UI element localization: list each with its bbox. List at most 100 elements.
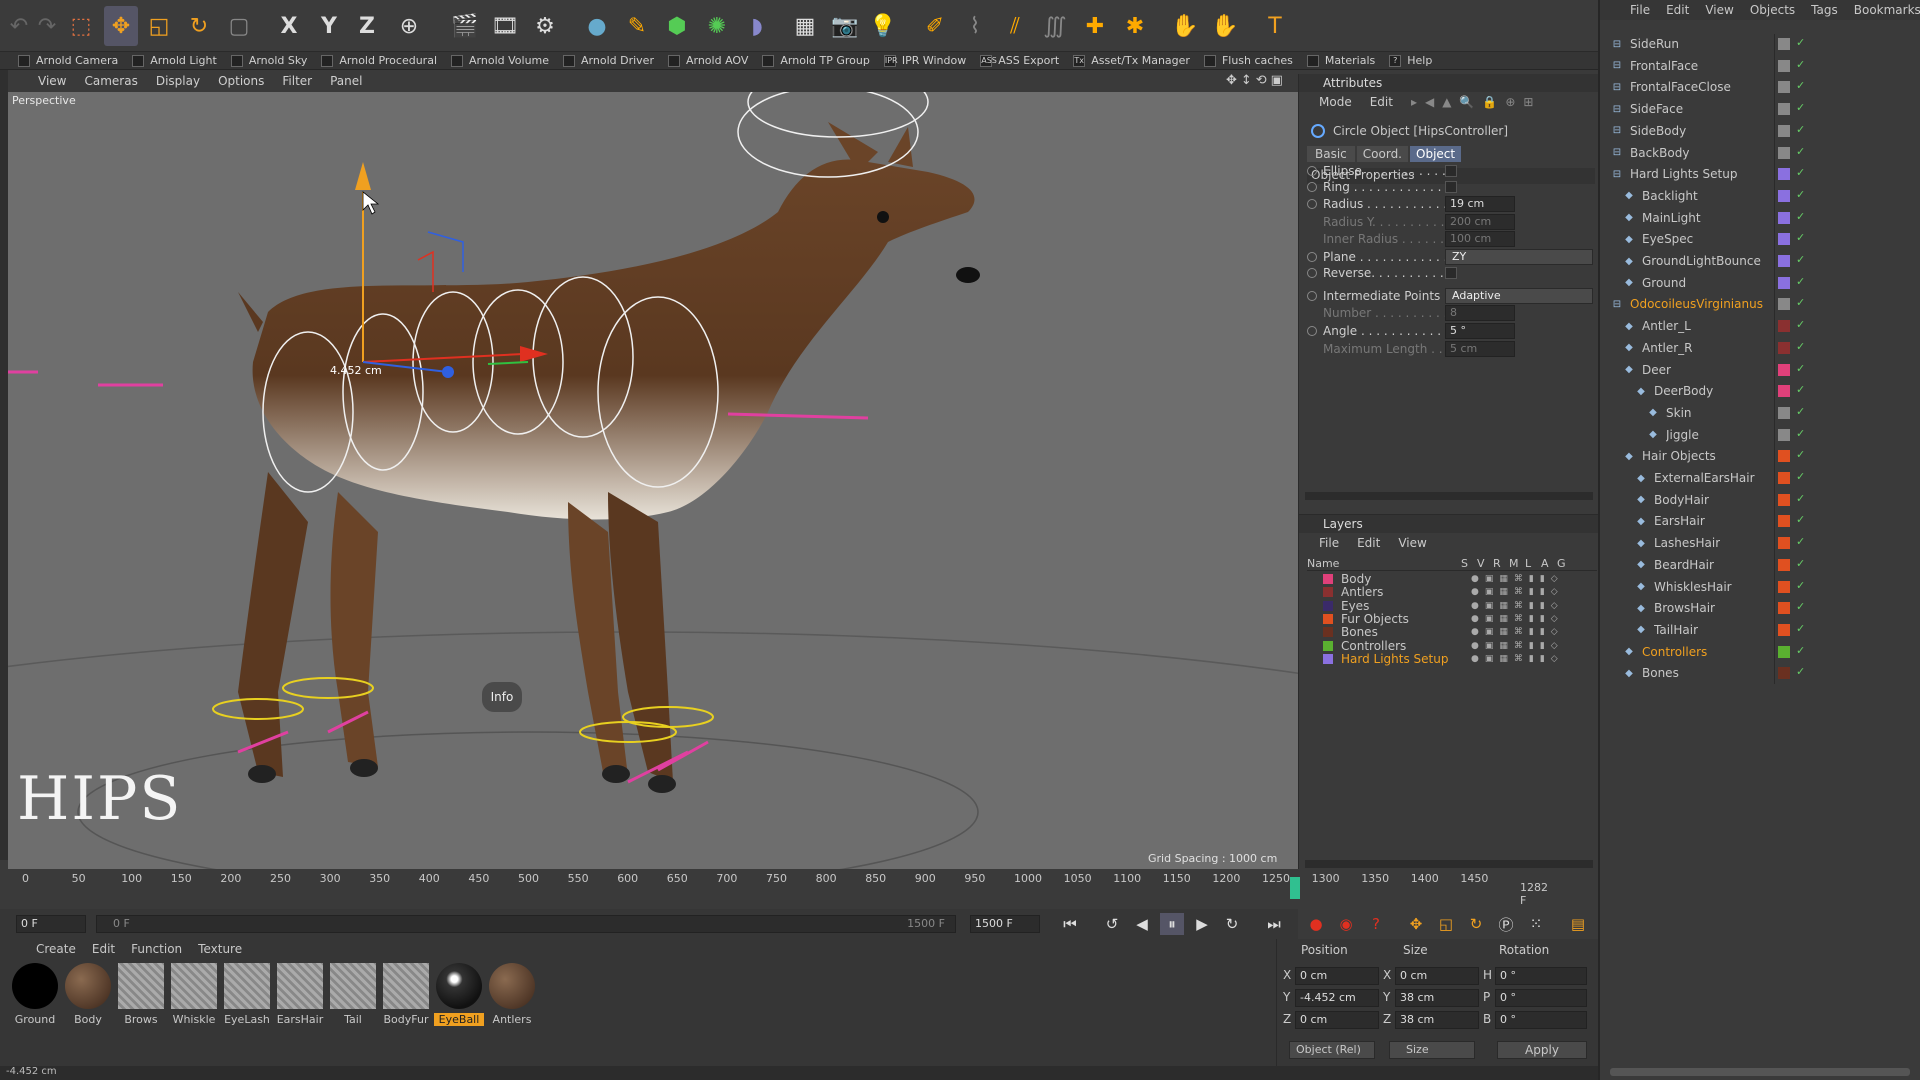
material-swatch[interactable]: EyeBall (434, 963, 484, 1026)
object-row[interactable]: ⊟ SideBody (1610, 121, 1686, 141)
rot-h-field[interactable]: 0 ° (1495, 967, 1587, 985)
size-y-field[interactable]: 38 cm (1395, 989, 1479, 1007)
prop-dropdown[interactable]: ZY (1445, 249, 1593, 265)
layer-color-tag[interactable] (1778, 233, 1790, 246)
enabled-check-icon[interactable]: ✓ (1796, 253, 1805, 266)
layer-color-tag[interactable] (1778, 472, 1790, 484)
hair-grow-icon[interactable]: ✱ (1118, 6, 1152, 46)
layer-color-tag[interactable] (1778, 146, 1790, 159)
size-x-field[interactable]: 0 cm (1395, 967, 1479, 985)
object-row[interactable]: ◆ TailHair (1634, 620, 1698, 640)
layer-toggle-icons[interactable]: ●▣▦⌘▮▮◇ (1471, 574, 1564, 584)
enabled-check-icon[interactable]: ✓ (1796, 644, 1805, 657)
hair-curl-icon[interactable]: ∭ (1038, 6, 1072, 46)
info-bubble[interactable]: Info (482, 682, 522, 712)
material-swatch[interactable]: Ground (10, 963, 60, 1026)
mat-menu-texture[interactable]: Texture (198, 942, 242, 956)
object-row[interactable]: ◆ EarsHair (1634, 511, 1705, 531)
enabled-check-icon[interactable]: ✓ (1796, 600, 1805, 613)
enabled-check-icon[interactable]: ✓ (1796, 36, 1805, 49)
redo-icon[interactable]: ↷ (30, 6, 64, 46)
render-view-icon[interactable]: 🎬 (448, 6, 482, 46)
hair-comb-icon[interactable]: ⌇ (958, 6, 992, 46)
enabled-check-icon[interactable]: ✓ (1796, 427, 1805, 440)
layer-toggle-icons[interactable]: ●▣▦⌘▮▮◇ (1471, 627, 1564, 637)
object-row[interactable]: ◆ MainLight (1622, 208, 1700, 228)
y-axis-lock-icon[interactable]: Y (312, 6, 346, 46)
object-row[interactable]: ⊟ FrontalFaceClose (1610, 77, 1731, 97)
prop-checkbox[interactable] (1445, 165, 1457, 177)
layer-color-tag[interactable] (1778, 667, 1790, 680)
hair-add-icon[interactable]: ✚ (1078, 6, 1112, 46)
cube-primitive-icon[interactable]: ● (580, 6, 614, 46)
pos-y-field[interactable]: -4.452 cm (1295, 989, 1379, 1007)
object-row[interactable]: ⊟ OdocoileusVirginianus (1610, 294, 1763, 314)
menu-materials[interactable]: Materials (1306, 54, 1375, 67)
key-rotation-icon[interactable]: ↻ (1464, 913, 1488, 935)
scale-tool-icon[interactable]: ◱ (142, 6, 176, 46)
enabled-check-icon[interactable]: ✓ (1796, 318, 1805, 331)
obj-menu-view[interactable]: View (1705, 3, 1733, 17)
layer-color-tag[interactable] (1778, 124, 1790, 137)
enabled-check-icon[interactable]: ✓ (1796, 275, 1805, 288)
tab-coord[interactable]: Coord. (1356, 146, 1408, 162)
key-position-icon[interactable]: ✥ (1404, 913, 1428, 935)
enabled-check-icon[interactable]: ✓ (1796, 513, 1805, 526)
object-row[interactable]: ◆ Skin (1646, 403, 1691, 423)
layers-menu-file[interactable]: File (1319, 536, 1339, 550)
camera-icon[interactable]: 📷 (828, 6, 862, 46)
record-icon[interactable]: ● (1304, 913, 1328, 935)
render-picture-viewer-icon[interactable]: 🎞 (488, 6, 522, 46)
prop-value-field[interactable]: 19 cm (1445, 196, 1515, 212)
layer-color-tag[interactable] (1778, 580, 1790, 593)
layer-toggle-icons[interactable]: ●▣▦⌘▮▮◇ (1471, 654, 1564, 664)
object-row[interactable]: ◆ DeerBody (1634, 381, 1713, 401)
timeline-ruler[interactable]: 0 50 100 150 200 250 300 350 400 450 500 550 600 650 7… (0, 869, 1548, 909)
rotate-tool-icon[interactable]: ↻ (182, 6, 216, 46)
render-settings-icon[interactable]: ⚙ (528, 6, 562, 46)
enabled-check-icon[interactable]: ✓ (1796, 405, 1805, 418)
light-icon[interactable]: 💡 (866, 6, 900, 46)
enabled-check-icon[interactable]: ✓ (1796, 448, 1805, 461)
object-row[interactable]: ◆ Antler_L (1622, 316, 1691, 336)
object-row[interactable]: ◆ BrowsHair (1634, 598, 1715, 618)
enabled-check-icon[interactable]: ✓ (1796, 166, 1805, 179)
enabled-check-icon[interactable]: ✓ (1796, 622, 1805, 635)
layer-color-tag[interactable] (1778, 385, 1790, 398)
menu-arnold-camera[interactable]: Arnold Camera (18, 54, 118, 67)
enabled-check-icon[interactable]: ✓ (1796, 101, 1805, 114)
layer-color-tag[interactable] (1778, 406, 1790, 419)
layer-color-tag[interactable] (1778, 211, 1790, 224)
layer-color-tag[interactable] (1778, 515, 1790, 528)
layer-color-tag[interactable] (1778, 189, 1790, 202)
vp-menu-view[interactable]: View (38, 74, 66, 88)
prop-checkbox[interactable] (1445, 267, 1457, 279)
layer-color-swatch[interactable] (1323, 613, 1333, 624)
rot-b-field[interactable]: 0 ° (1495, 1011, 1587, 1029)
start-frame-field[interactable]: 0 F (16, 915, 86, 933)
layer-color-swatch[interactable] (1323, 600, 1333, 611)
layer-color-tag[interactable] (1778, 493, 1790, 506)
subdivision-icon[interactable]: ⬢ (660, 6, 694, 46)
layer-color-swatch[interactable] (1323, 587, 1333, 598)
object-row[interactable]: ◆ LashesHair (1634, 533, 1720, 553)
coordinate-system-icon[interactable]: ⊕ (392, 6, 426, 46)
object-row[interactable]: ◆ EyeSpec (1622, 229, 1693, 249)
x-axis-lock-icon[interactable]: X (272, 6, 306, 46)
deformer-icon[interactable]: ◗ (740, 6, 774, 46)
3d-viewport[interactable]: Perspective 4.452 cm Info HIPS Grid Spac… (8, 92, 1298, 869)
layer-color-tag[interactable] (1778, 341, 1790, 354)
enabled-check-icon[interactable]: ✓ (1796, 231, 1805, 244)
prev-key-icon[interactable]: ↺ (1100, 913, 1124, 935)
obj-menu-edit[interactable]: Edit (1666, 3, 1689, 17)
object-row[interactable]: ◆ WhisklesHair (1634, 577, 1731, 597)
enabled-check-icon[interactable]: ✓ (1796, 383, 1805, 396)
object-row[interactable]: ⊟ Hard Lights Setup (1610, 164, 1738, 184)
material-swatch[interactable]: EarsHair (275, 963, 325, 1026)
enabled-check-icon[interactable]: ✓ (1796, 665, 1805, 678)
pen-spline-icon[interactable]: ✎ (620, 6, 654, 46)
material-swatch[interactable]: Body (63, 963, 113, 1026)
prop-value-field[interactable]: 5 cm (1445, 341, 1515, 357)
hair-brush-icon[interactable]: ✐ (918, 6, 952, 46)
next-frame-icon[interactable]: ▶ (1190, 913, 1214, 935)
